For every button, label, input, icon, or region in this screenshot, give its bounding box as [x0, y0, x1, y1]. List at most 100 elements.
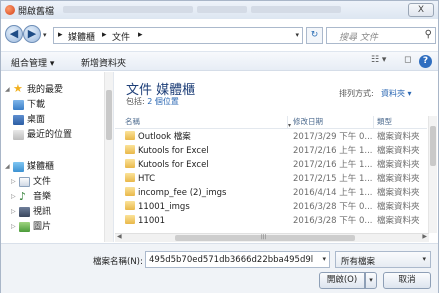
file-row[interactable]: incomp_fee (2)_imgs 2016/4/14 上午 1... 檔案資料… — [115, 187, 427, 200]
folder-icon — [125, 159, 135, 168]
column-header-name[interactable]: 名稱 — [125, 116, 140, 128]
window-title: 開啟舊檔 — [18, 7, 55, 17]
forward-button[interactable]: ▶ — [23, 25, 41, 43]
file-name[interactable]: Kutools for Excel — [125, 145, 287, 158]
column-header-type[interactable]: 類型 — [377, 116, 392, 128]
refresh-button[interactable]: ↻ — [306, 27, 323, 44]
new-folder-button[interactable]: 新增資料夾 — [81, 56, 126, 69]
file-name[interactable]: Outlook 檔案 — [125, 131, 287, 144]
file-name[interactable]: HTC — [125, 173, 287, 186]
filename-dropdown[interactable]: ▾ — [322, 255, 326, 263]
horizontal-scrollbar[interactable]: ◀ ||| ▶ — [115, 233, 429, 242]
expand-arrow-icon[interactable]: ▷ — [11, 208, 19, 215]
back-button[interactable]: ◀ — [5, 25, 23, 43]
file-name[interactable]: 11001_imgs — [125, 201, 287, 214]
nav-item-videos[interactable]: ▷ 視訊 — [11, 204, 51, 218]
library-icon — [13, 161, 24, 172]
file-name-text: 11001 — [138, 216, 166, 226]
search-placeholder: 搜尋 文件 — [339, 33, 378, 43]
scroll-right-arrow[interactable]: ▶ — [422, 233, 427, 240]
file-date: 2017/2/16 上午 1... — [293, 146, 373, 156]
breadcrumb-documents[interactable]: 文件 — [112, 30, 130, 43]
breadcrumb-library[interactable]: 媒體櫃 — [68, 30, 95, 43]
file-type-filter[interactable]: 所有檔案 ▾ — [335, 251, 431, 268]
cancel-button[interactable]: 取消 — [383, 272, 431, 289]
expand-arrow-icon[interactable]: ◢ — [5, 86, 13, 93]
breadcrumb-arrow[interactable]: ▸ — [58, 30, 63, 40]
preview-pane-button[interactable]: ◻ — [404, 55, 411, 65]
nav-label: 媒體櫃 — [27, 162, 55, 172]
includes-prefix: 包括: — [126, 97, 148, 106]
nav-item-pictures[interactable]: ▷ 圖片 — [11, 219, 51, 233]
nav-item-libraries[interactable]: ◢ 媒體櫃 — [5, 159, 54, 173]
command-bar: 組合管理 ▾ 新增資料夾 ☷ ▾ ◻ ? — [1, 51, 438, 71]
locations-link[interactable]: 2 個位置 — [147, 97, 179, 106]
search-icon[interactable]: ⚲ — [425, 29, 432, 40]
file-name-text: HTC — [138, 174, 156, 184]
chevron-down-icon: ▾ — [422, 255, 426, 263]
nav-label: 文件 — [33, 177, 52, 187]
breadcrumb-arrow[interactable]: ▸ — [102, 30, 107, 40]
title-bar[interactable]: 開啟舊檔 X — [1, 1, 438, 19]
file-date: 2017/3/29 下午 0... — [293, 132, 373, 142]
nav-item-recent[interactable]: 最近的位置 — [13, 127, 72, 141]
file-row[interactable]: 11001 2016/3/28 下午 0... 檔案資料夾 — [115, 215, 427, 228]
column-divider[interactable] — [373, 116, 374, 128]
close-button[interactable]: X — [408, 3, 434, 17]
recent-pages-dropdown[interactable]: ▾ — [43, 31, 47, 39]
address-dropdown[interactable]: ▾ — [295, 31, 299, 39]
arrange-by-label: 排列方式: — [339, 89, 374, 98]
open-file-dialog: 開啟舊檔 X ◀ ▶ ▾ ▸ 媒體櫃 ▸ 文件 ▸ ▾ ↻ 搜尋 文件 ⚲ 組合… — [0, 0, 439, 293]
file-type-value: 所有檔案 — [341, 257, 376, 267]
file-list-scroll-thumb[interactable] — [430, 126, 436, 166]
nav-item-music[interactable]: ▷ ♪ 音樂 — [11, 189, 51, 203]
file-type: 檔案資料夾 — [377, 174, 420, 184]
expand-arrow-icon[interactable]: ▷ — [11, 223, 19, 230]
address-bar[interactable]: ▸ 媒體櫃 ▸ 文件 ▸ ▾ — [53, 27, 303, 44]
folder-icon — [125, 201, 135, 210]
nav-scrollbar[interactable] — [104, 72, 113, 242]
open-button[interactable]: 開啟(O) — [319, 272, 365, 289]
file-date: 2016/4/14 上午 1... — [293, 188, 373, 198]
nav-label: 視訊 — [33, 207, 52, 217]
filename-value[interactable]: 495d5b70ed571db3666d22bba495d9l — [149, 255, 315, 265]
file-name[interactable]: Kutools for Excel — [125, 159, 287, 172]
file-row[interactable]: Kutools for Excel 2017/2/16 上午 1... 檔案資料夾 — [115, 145, 427, 158]
folder-icon — [125, 131, 135, 140]
column-header-date[interactable]: 修改日期 — [293, 116, 323, 128]
pictures-icon — [19, 221, 30, 232]
file-list-scrollbar[interactable] — [428, 116, 437, 233]
blurred-region — [63, 6, 193, 13]
file-date: 2016/3/28 下午 0... — [293, 202, 373, 212]
file-date: 2016/3/28 下午 0... — [293, 216, 373, 226]
file-date: 2017/2/16 上午 1... — [293, 160, 373, 170]
nav-item-desktop[interactable]: 桌面 — [13, 112, 45, 126]
file-row[interactable]: Outlook 檔案 2017/3/29 下午 0... 檔案資料夾 — [115, 131, 427, 144]
file-row[interactable]: HTC 2017/2/15 上午 1... 檔案資料夾 — [115, 173, 427, 186]
arrange-by-dropdown[interactable]: 資料夾 ▾ — [381, 88, 412, 99]
expand-arrow-icon[interactable]: ▷ — [11, 178, 19, 185]
star-icon: ★ — [13, 82, 23, 95]
breadcrumb-arrow[interactable]: ▸ — [138, 30, 143, 40]
organize-button[interactable]: 組合管理 ▾ — [11, 56, 54, 69]
nav-item-favorites[interactable]: ◢ ★ 我的最愛 — [5, 82, 63, 96]
expand-arrow-icon[interactable]: ▷ — [11, 193, 19, 200]
open-options-button[interactable]: ▾ — [365, 272, 377, 289]
nav-item-documents[interactable]: ▷ 文件 — [11, 174, 51, 188]
nav-scroll-thumb[interactable] — [106, 90, 112, 140]
file-name[interactable]: 11001 — [125, 215, 287, 228]
navigation-pane: ◢ ★ 我的最愛 下載 桌面 最近的位置 ◢ 媒體櫃 ▷ 文件 ▷ ♪ 音樂 ▷ 視訊 ▷ 圖片 — [1, 72, 114, 242]
file-row[interactable]: 11001_imgs 2016/3/28 下午 0... 檔案資料夾 — [115, 201, 427, 214]
nav-item-downloads[interactable]: 下載 — [13, 97, 45, 111]
file-list-pane: 文件 媒體櫃 包括: 2 個位置 排列方式: 資料夾 ▾ 名稱 ▾ 修改日期 類… — [115, 72, 438, 242]
help-button[interactable]: ? — [419, 55, 432, 68]
view-options-button[interactable]: ☷ ▾ — [371, 55, 386, 65]
filename-input[interactable]: 495d5b70ed571db3666d22bba495d9l ▾ — [145, 251, 330, 268]
expand-arrow-icon[interactable]: ◢ — [5, 163, 13, 170]
search-input[interactable]: 搜尋 文件 ⚲ — [326, 27, 436, 44]
nav-label: 圖片 — [33, 222, 52, 232]
scroll-left-arrow[interactable]: ◀ — [117, 233, 122, 240]
filename-label: 檔案名稱(N): — [93, 257, 143, 267]
file-row[interactable]: Kutools for Excel 2017/2/16 上午 1... 檔案資料夾 — [115, 159, 427, 172]
file-name[interactable]: incomp_fee (2)_imgs — [125, 187, 287, 200]
